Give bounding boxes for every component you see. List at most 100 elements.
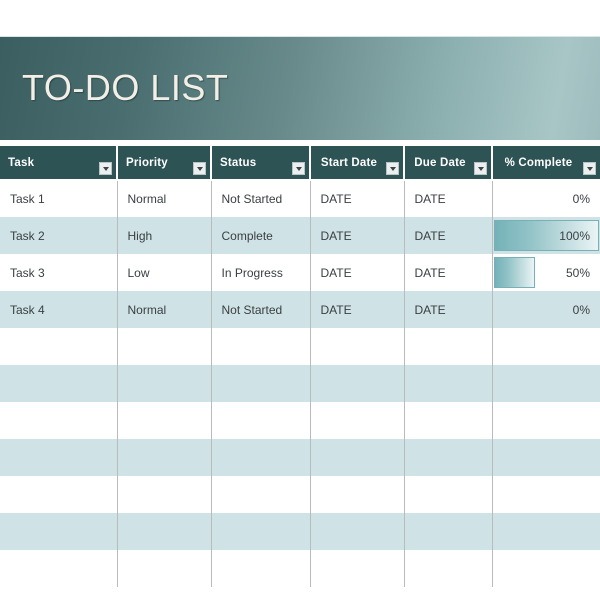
title-banner: TO-DO LIST (0, 36, 600, 140)
percent-complete-wrapper: 100% (493, 217, 600, 254)
filter-dropdown-icon[interactable] (193, 162, 206, 175)
cell-status[interactable] (211, 402, 311, 439)
cell-percent-complete[interactable] (492, 328, 600, 365)
cell-text: Not Started (221, 302, 283, 317)
cell-priority[interactable]: Normal (117, 180, 212, 217)
cell-priority[interactable] (117, 402, 212, 439)
cell-priority[interactable]: High (117, 217, 212, 254)
filter-dropdown-icon[interactable] (99, 162, 112, 175)
cell-task[interactable] (0, 439, 118, 476)
filter-dropdown-icon[interactable] (292, 162, 305, 175)
cell-priority[interactable] (117, 365, 212, 402)
cell-due-date[interactable] (404, 476, 493, 513)
cell-task[interactable] (0, 513, 118, 550)
cell-status[interactable] (211, 476, 311, 513)
cell-status[interactable] (211, 439, 311, 476)
cell-text: DATE (414, 192, 446, 206)
cell-text: DATE (320, 265, 352, 280)
cell-percent-complete[interactable]: 0% (492, 180, 600, 217)
table-row[interactable] (0, 439, 600, 476)
cell-text: Normal (127, 192, 167, 206)
cell-due-date[interactable] (404, 513, 493, 550)
cell-due-date[interactable]: DATE (404, 217, 493, 254)
cell-status[interactable] (211, 328, 311, 365)
cell-percent-complete[interactable] (492, 439, 600, 476)
cell-due-date[interactable]: DATE (404, 180, 493, 217)
chevron-down-icon (295, 167, 302, 171)
cell-priority[interactable] (117, 476, 212, 513)
cell-priority[interactable] (117, 328, 212, 365)
cell-priority[interactable] (117, 513, 212, 550)
cell-text: DATE (414, 265, 446, 280)
cell-status[interactable]: Complete (211, 217, 311, 254)
percent-complete-label: 0% (572, 302, 590, 317)
table-row[interactable]: Task 1 Normal Not Started DATE DATE 0% (0, 180, 600, 217)
cell-task[interactable]: Task 2 (0, 217, 118, 254)
chevron-down-icon (586, 167, 593, 171)
cell-percent-complete[interactable] (492, 513, 600, 550)
column-header-label: Task (8, 156, 35, 169)
cell-status[interactable] (211, 513, 311, 550)
percent-complete-label: 0% (572, 192, 590, 206)
cell-start-date[interactable] (310, 439, 405, 476)
cell-task[interactable]: Task 3 (0, 254, 118, 291)
cell-percent-complete[interactable] (492, 476, 600, 513)
cell-task[interactable] (0, 550, 118, 587)
percent-complete-wrapper: 0% (493, 181, 600, 217)
cell-task[interactable] (0, 328, 118, 365)
table-row[interactable]: Task 4 Normal Not Started DATE DATE 0% (0, 291, 600, 328)
cell-due-date[interactable] (404, 328, 493, 365)
cell-task[interactable]: Task 4 (0, 291, 118, 328)
filter-dropdown-icon[interactable] (474, 162, 487, 175)
cell-due-date[interactable]: DATE (404, 254, 493, 291)
table-row[interactable] (0, 476, 600, 513)
table-row[interactable] (0, 328, 600, 365)
cell-status[interactable]: In Progress (211, 254, 311, 291)
cell-task[interactable] (0, 402, 118, 439)
cell-start-date[interactable] (310, 365, 405, 402)
table-row[interactable] (0, 513, 600, 550)
table-row[interactable] (0, 402, 600, 439)
cell-task[interactable] (0, 365, 118, 402)
cell-task[interactable] (0, 476, 118, 513)
cell-start-date[interactable] (310, 476, 405, 513)
cell-start-date[interactable]: DATE (310, 217, 405, 254)
percent-complete-wrapper (493, 550, 600, 587)
cell-percent-complete[interactable]: 50% (492, 254, 600, 291)
cell-start-date[interactable] (310, 328, 405, 365)
cell-start-date[interactable]: DATE (310, 291, 405, 328)
cell-start-date[interactable] (310, 513, 405, 550)
table-row[interactable] (0, 550, 600, 587)
cell-task[interactable]: Task 1 (0, 180, 118, 217)
cell-percent-complete[interactable] (492, 365, 600, 402)
cell-priority[interactable]: Normal (117, 291, 212, 328)
cell-text: DATE (414, 302, 446, 317)
table-row[interactable]: Task 2 High Complete DATE DATE 100% (0, 217, 600, 254)
cell-priority[interactable] (117, 550, 212, 587)
cell-status[interactable]: Not Started (211, 180, 311, 217)
table-row[interactable]: Task 3 Low In Progress DATE DATE 50% (0, 254, 600, 291)
cell-start-date[interactable]: DATE (310, 180, 405, 217)
filter-dropdown-icon[interactable] (583, 162, 596, 175)
percent-complete-label: 50% (565, 265, 590, 280)
cell-due-date[interactable] (404, 365, 493, 402)
cell-start-date[interactable] (310, 402, 405, 439)
cell-status[interactable] (211, 550, 311, 587)
percent-complete-wrapper (493, 439, 600, 476)
cell-start-date[interactable] (310, 550, 405, 587)
cell-priority[interactable] (117, 439, 212, 476)
cell-due-date[interactable] (404, 402, 493, 439)
table-row[interactable] (0, 365, 600, 402)
cell-priority[interactable]: Low (117, 254, 212, 291)
cell-percent-complete[interactable]: 0% (492, 291, 600, 328)
filter-dropdown-icon[interactable] (386, 162, 399, 175)
cell-status[interactable]: Not Started (211, 291, 311, 328)
cell-percent-complete[interactable]: 100% (492, 217, 600, 254)
cell-percent-complete[interactable] (492, 550, 600, 587)
cell-due-date[interactable] (404, 439, 493, 476)
cell-due-date[interactable] (404, 550, 493, 587)
cell-due-date[interactable]: DATE (404, 291, 493, 328)
cell-percent-complete[interactable] (492, 402, 600, 439)
cell-status[interactable] (211, 365, 311, 402)
cell-start-date[interactable]: DATE (310, 254, 405, 291)
